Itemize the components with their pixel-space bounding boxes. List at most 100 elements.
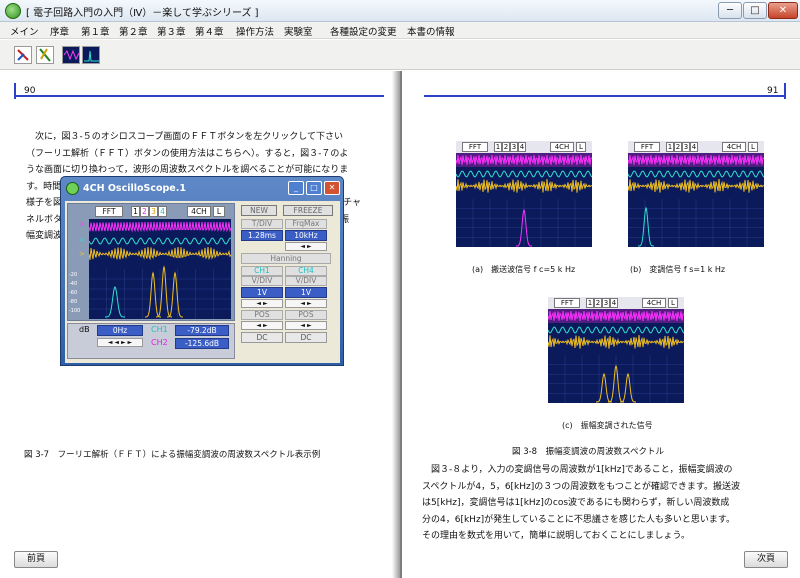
mini-scope-toolbar: FFT 1 2 3 4 4CH L <box>628 141 764 153</box>
tdiv-value[interactable]: 1.28ms <box>241 230 283 241</box>
vdiv4-value[interactable]: 1V <box>285 287 327 298</box>
body-paragraph: 図３-８より，入力の変調信号の周波数が1[kHz]であること，振幅変調波の スペ… <box>422 465 741 541</box>
figure-c-screen: FFT 1 2 3 4 4CH L <box>548 297 684 405</box>
ch1-trace <box>89 221 231 233</box>
menu-about[interactable]: 本書の情報 <box>407 24 455 38</box>
4ch-mode-button[interactable]: 4CH <box>187 206 211 217</box>
ch1-panel-label[interactable]: CH1 <box>241 266 283 276</box>
figure-a-screen: FFT 1 2 3 4 4CH L <box>456 141 592 249</box>
maximize-button[interactable]: □ <box>743 2 767 19</box>
ch2-db-readout: -125.6dB <box>175 338 229 349</box>
vdiv1-label: V/DIV <box>241 276 283 286</box>
sideband-peak-6k <box>620 372 636 403</box>
figure-caption-3-7: 図 3-7 フーリエ解析（ＦＦＴ）による振幅変調波の周波数スペクトル表示例 <box>24 450 321 460</box>
figure-b-caption: (b) 変調信号 f s=1 k Hz <box>630 265 726 274</box>
mini-scope-button: 4 <box>690 142 698 152</box>
cursor-tool-icon[interactable] <box>36 46 54 64</box>
mini-scope-screen <box>456 153 592 247</box>
scope-title: 4CH OscilloScope.1 <box>83 183 186 194</box>
ch4-panel-label[interactable]: CH4 <box>285 266 327 276</box>
l-button[interactable]: L <box>213 206 225 217</box>
freeze-button[interactable]: FREEZE <box>283 205 333 216</box>
mini-scope-button: FFT <box>554 298 580 308</box>
mini-scope-button: 4 <box>518 142 526 152</box>
pos1-value[interactable]: DC <box>241 332 283 343</box>
pos4-value[interactable]: DC <box>285 332 327 343</box>
ch1-marker-icon: > <box>79 220 85 228</box>
vdiv1-stepper[interactable]: ◄ ► <box>241 299 283 308</box>
menu-bar: メイン 序章 第１章 第２章 第３章 第４章 操作方法 実験室 各種設定の変更 … <box>0 22 800 39</box>
mini-scope-trace-area <box>628 153 764 247</box>
pos4-label: POS <box>285 310 327 320</box>
pen-tool-icon[interactable] <box>14 46 32 64</box>
ch3-trace <box>456 179 592 193</box>
mini-scope-button: 3 <box>602 298 610 308</box>
page-number: 91 <box>767 86 779 96</box>
vdiv1-value[interactable]: 1V <box>241 287 283 298</box>
vdiv4-label: V/DIV <box>285 276 327 286</box>
menu-chapter4[interactable]: 第４章 <box>195 24 224 38</box>
mini-scope-screen <box>628 153 764 247</box>
menu-chapter3[interactable]: 第３章 <box>157 24 186 38</box>
figure-b-screen: FFT 1 2 3 4 4CH L <box>628 141 764 249</box>
ch2-trace <box>89 237 231 245</box>
right-page: 91 FFT 1 2 3 4 4CH L FFT 1 2 3 4 4CH L FFT 1 2 3 4 4CH L (… <box>402 71 800 578</box>
window-function-label[interactable]: Hanning <box>241 253 331 264</box>
frqmax-value[interactable]: 10kHz <box>285 230 327 241</box>
ch4-toggle[interactable]: 4 <box>158 206 167 217</box>
ch2-trace <box>456 170 592 178</box>
left-page: 90 次に，図３-５のオシロスコープ画面のＦＦＴボタンを左クリックして下さい （… <box>0 71 398 578</box>
scope-app-icon <box>66 182 79 195</box>
scope-fa-icon[interactable] <box>82 46 100 64</box>
ch3-spectrum-peak-5k <box>156 265 172 318</box>
close-button[interactable]: ✕ <box>768 2 798 19</box>
menu-operation[interactable]: 操作方法 <box>236 24 274 38</box>
pos4-stepper[interactable]: ◄ ► <box>285 321 327 330</box>
menu-settings[interactable]: 各種設定の変更 <box>330 24 397 38</box>
new-button[interactable]: NEW <box>241 205 277 216</box>
ch3-trace <box>89 246 231 261</box>
ch2-trace <box>548 326 684 334</box>
prev-page-button[interactable]: 前頁 <box>14 551 58 568</box>
fft-button[interactable]: FFT <box>95 206 123 217</box>
next-page-button[interactable]: 次頁 <box>744 551 788 568</box>
ch1-db-readout: -79.2dB <box>175 325 229 336</box>
ch3-trace <box>628 179 764 193</box>
mini-scope-button: 1 <box>494 142 502 152</box>
vdiv4-stepper[interactable]: ◄ ► <box>285 299 327 308</box>
frqmax-stepper[interactable]: ◄ ► <box>285 242 327 251</box>
mini-scope-trace-area <box>548 309 684 403</box>
sideband-peak-4k <box>596 372 612 403</box>
ch3-toggle[interactable]: 3 <box>149 206 158 217</box>
menu-chapter1[interactable]: 第１章 <box>81 24 110 38</box>
y-tick: -40 <box>69 281 78 287</box>
y-tick: -60 <box>69 290 78 296</box>
y-tick: -80 <box>69 299 78 305</box>
y-axis-ticks: -20 -40 -60 -80 -100 <box>69 271 80 316</box>
page-header-bar <box>424 85 786 97</box>
header-tick <box>14 83 16 99</box>
scope-minimize-button[interactable]: _ <box>288 181 304 195</box>
mini-scope-trace-area <box>456 153 592 247</box>
title-bar: [ 電子回路入門の入門（Ⅳ）－楽して学ぶシリーズ ] ─ □ ✕ <box>0 0 800 22</box>
toolbar <box>0 40 800 70</box>
scope-4ch-icon[interactable] <box>62 46 80 64</box>
menu-prologue[interactable]: 序章 <box>50 24 69 38</box>
menu-lab[interactable]: 実験室 <box>284 24 313 38</box>
menu-main[interactable]: メイン <box>10 24 39 38</box>
figure-a-caption: (a) 搬送波信号 f c=5 k Hz <box>472 265 576 274</box>
minimize-button[interactable]: ─ <box>718 2 742 19</box>
app-window: [ 電子回路入門の入門（Ⅳ）－楽して学ぶシリーズ ] ─ □ ✕ メイン 序章 … <box>0 0 800 578</box>
ch2-toggle[interactable]: 2 <box>140 206 149 217</box>
pos1-stepper[interactable]: ◄ ► <box>241 321 283 330</box>
freq-stepper[interactable]: ◄ ◄ ► ► <box>97 338 143 347</box>
mini-scope-button: 4CH <box>550 142 574 152</box>
mini-scope-button: 2 <box>502 142 510 152</box>
scope-close-button[interactable]: ✕ <box>324 181 340 195</box>
mini-scope-button: 2 <box>594 298 602 308</box>
mini-scope-button: 1 <box>586 298 594 308</box>
scope-maximize-button[interactable]: □ <box>306 181 322 195</box>
menu-chapter2[interactable]: 第２章 <box>119 24 148 38</box>
ch1-toggle[interactable]: 1 <box>131 206 140 217</box>
ch2-trace <box>628 170 764 178</box>
